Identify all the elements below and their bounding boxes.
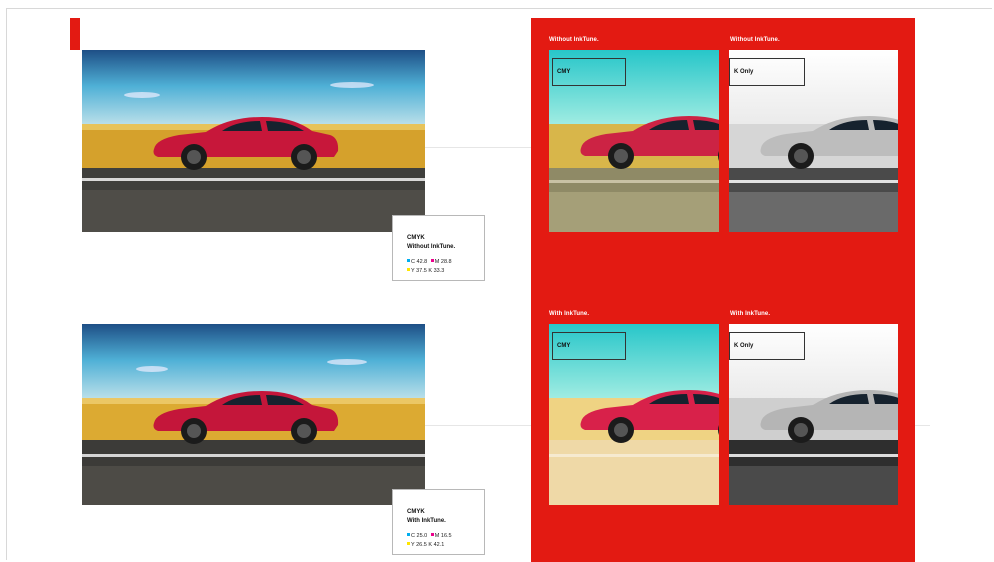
k-value: 33.3 — [433, 268, 445, 274]
y-label: Y — [411, 542, 415, 548]
cyan-swatch — [407, 533, 410, 536]
caption-row-yk: Y 37.5 K 33.3 — [407, 268, 444, 274]
c-label: C — [411, 259, 415, 265]
cmy-tag: CMY — [552, 58, 626, 86]
k-separation-without-inktune: K Only — [729, 50, 898, 232]
y-label: Y — [411, 268, 415, 274]
heading-without-inktune-cmy: Without InkTune. — [549, 37, 599, 43]
car-photo-without-inktune — [82, 50, 425, 232]
cmyk-caption-without-inktune: CMYK Without InkTune. C 42.8 M 28.8 Y 37… — [392, 215, 485, 281]
y-value: 26.5 — [416, 542, 427, 548]
cmy-separation-without-inktune: CMY — [549, 50, 719, 232]
k-separation-with-inktune: K Only — [729, 324, 898, 505]
caption-row-cm: C 42.8 M 28.8 — [407, 259, 452, 265]
tag-label: CMY — [557, 69, 571, 75]
car-photo-with-inktune — [82, 324, 425, 505]
cmy-tag: CMY — [552, 332, 626, 360]
caption-subtitle: With InkTune. — [407, 518, 446, 524]
k-label: K — [428, 268, 433, 274]
caption-row-cm: C 25.0 M 16.5 — [407, 533, 452, 539]
m-value: 28.8 — [440, 259, 452, 265]
caption-title: CMYK — [407, 235, 425, 241]
heading-with-inktune-k: With InkTune. — [730, 311, 771, 317]
magenta-swatch — [430, 533, 434, 536]
k-only-tag: K Only — [729, 58, 805, 86]
caption-row-yk: Y 26.5 K 42.1 — [407, 542, 444, 548]
magenta-swatch — [430, 259, 434, 262]
cyan-swatch — [407, 259, 410, 262]
c-value: 42.8 — [416, 259, 428, 265]
tag-label: K Only — [734, 69, 754, 75]
m-label: M — [434, 259, 440, 265]
cmy-separation-with-inktune: CMY — [549, 324, 719, 505]
k-only-tag: K Only — [729, 332, 805, 360]
m-label: M — [434, 533, 440, 539]
heading-without-inktune-k: Without InkTune. — [730, 37, 780, 43]
yellow-swatch — [407, 268, 410, 271]
c-label: C — [411, 533, 415, 539]
caption-title: CMYK — [407, 509, 425, 515]
tag-label: CMY — [557, 343, 571, 349]
k-label: K — [428, 542, 433, 548]
tag-label: K Only — [734, 343, 754, 349]
c-value: 25.0 — [416, 533, 428, 539]
k-value: 42.1 — [433, 542, 445, 548]
m-value: 16.5 — [440, 533, 452, 539]
caption-subtitle: Without InkTune. — [407, 244, 456, 250]
heading-with-inktune-cmy: With InkTune. — [549, 311, 590, 317]
cmyk-caption-with-inktune: CMYK With InkTune. C 25.0 M 16.5 Y 26.5 … — [392, 489, 485, 555]
yellow-swatch — [407, 542, 410, 545]
red-accent-tab — [70, 18, 80, 50]
y-value: 37.5 — [416, 268, 427, 274]
